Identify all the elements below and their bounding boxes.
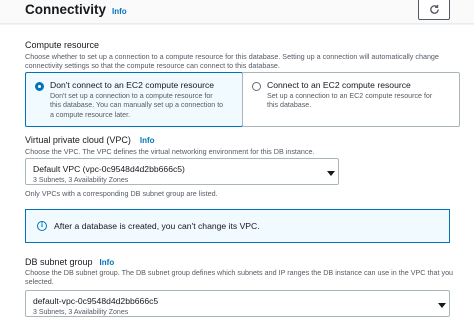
refresh-button[interactable] [418, 0, 450, 20]
compute-resource-label: Compute resource [25, 40, 100, 50]
vpc-select-value: Default VPC (vpc-0c9548d4d2bb666c5) [33, 164, 185, 174]
option-dont-connect-desc-2: this database. You can manually set up a… [50, 101, 224, 110]
vpc-desc: Choose the VPC. The VPC defines the virt… [25, 147, 315, 156]
option-dont-connect[interactable]: Don't connect to an EC2 compute resource… [25, 72, 243, 127]
section-title: Connectivity Info [25, 2, 127, 17]
caret-down-icon [327, 171, 335, 176]
vpc-info-alert: i After a database is created, you can't… [25, 209, 450, 243]
connectivity-info-link[interactable]: Info [112, 7, 127, 16]
option-connect-ec2-desc-1: Set up a connection to an EC2 compute re… [267, 92, 433, 100]
option-dont-connect-desc-1: Don't set up a connection to a compute r… [50, 92, 213, 100]
refresh-icon [429, 4, 439, 14]
radio-connect-ec2[interactable] [252, 82, 261, 91]
subnet-select-value: default-vpc-0c9548d4d2bb666c5 [33, 296, 159, 306]
connectivity-header: Connectivity Info [0, 0, 474, 24]
radio-dont-connect[interactable] [35, 82, 44, 91]
subnet-select[interactable]: default-vpc-0c9548d4d2bb666c5 3 Subnets,… [25, 290, 450, 317]
subnet-desc-1: Choose the DB subnet group. The DB subne… [25, 268, 454, 277]
subnet-desc-2: selected. [25, 277, 54, 286]
subnet-info-link[interactable]: Info [100, 258, 115, 267]
section-title-text: Connectivity [25, 2, 107, 17]
alert-text: After a database is created, you can't c… [54, 221, 260, 231]
option-connect-ec2[interactable]: Connect to an EC2 compute resource Set u… [242, 72, 460, 127]
vpc-info-link[interactable]: Info [140, 136, 155, 145]
subnet-label-text: DB subnet group [25, 257, 93, 267]
option-connect-ec2-desc-2: this database. [267, 101, 312, 110]
vpc-select-sub: 3 Subnets, 3 Availability Zones [33, 177, 129, 184]
option-dont-connect-desc: Don't set up a connection to a compute r… [50, 92, 236, 120]
option-dont-connect-desc-3: a compute resource later. [50, 110, 131, 119]
compute-resource-desc-2: connectivity settings so that the comput… [25, 61, 280, 70]
vpc-select[interactable]: Default VPC (vpc-0c9548d4d2bb666c5) 3 Su… [25, 158, 339, 185]
caret-down-icon [438, 303, 446, 308]
option-connect-ec2-title: Connect to an EC2 compute resource [267, 80, 411, 90]
vpc-label: Virtual private cloud (VPC) Info [25, 135, 155, 145]
info-circle-icon: i [37, 221, 47, 231]
vpc-label-text: Virtual private cloud (VPC) [25, 135, 131, 145]
option-connect-ec2-desc: Set up a connection to an EC2 compute re… [267, 92, 453, 111]
subnet-label: DB subnet group Info [25, 257, 114, 267]
subnet-select-sub: 3 Subnets, 3 Availability Zones [33, 309, 129, 316]
vpc-hint: Only VPCs with a corresponding DB subnet… [25, 189, 218, 198]
option-dont-connect-title: Don't connect to an EC2 compute resource [50, 80, 215, 90]
